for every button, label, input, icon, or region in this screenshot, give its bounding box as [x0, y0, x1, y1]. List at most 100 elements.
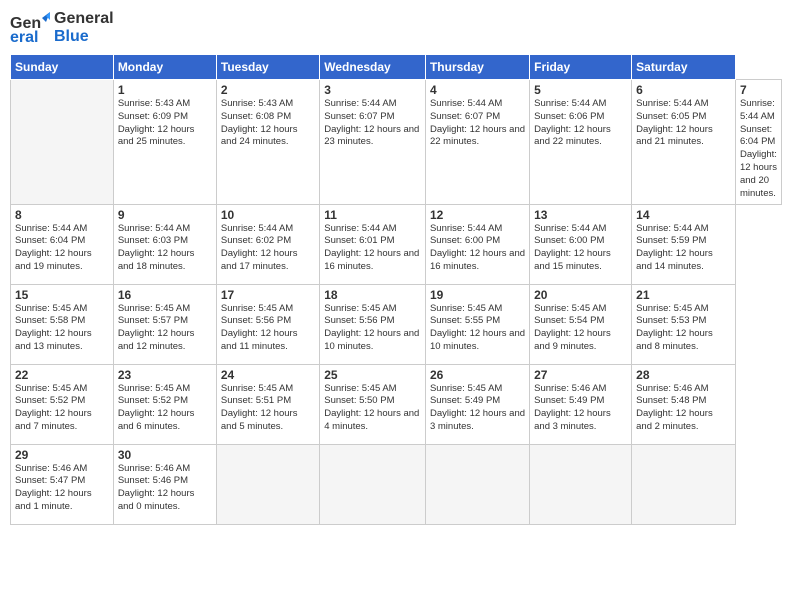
day-number: 8	[15, 208, 109, 222]
day-info: Sunrise: 5:45 AMSunset: 5:55 PMDaylight:…	[430, 303, 525, 354]
sunrise-text: Sunrise: 5:44 AM	[740, 98, 775, 122]
day-number: 30	[118, 448, 212, 462]
sunrise-text: Sunrise: 5:46 AM	[534, 383, 606, 394]
sunset-text: Sunset: 6:04 PM	[740, 124, 775, 148]
day-info: Sunrise: 5:44 AMSunset: 6:03 PMDaylight:…	[118, 223, 212, 274]
day-info: Sunrise: 5:46 AMSunset: 5:47 PMDaylight:…	[15, 463, 109, 514]
day-number: 16	[118, 288, 212, 302]
daylight-text: Daylight: 12 hours and 16 minutes.	[430, 248, 525, 272]
weekday-header-cell: Wednesday	[320, 55, 426, 80]
sunrise-text: Sunrise: 5:43 AM	[221, 98, 293, 109]
daylight-text: Daylight: 12 hours and 7 minutes.	[15, 408, 92, 432]
sunset-text: Sunset: 5:50 PM	[324, 395, 394, 406]
daylight-text: Daylight: 12 hours and 4 minutes.	[324, 408, 419, 432]
calendar-day-cell: 6Sunrise: 5:44 AMSunset: 6:05 PMDaylight…	[632, 80, 736, 205]
calendar-day-cell: 1Sunrise: 5:43 AMSunset: 6:09 PMDaylight…	[113, 80, 216, 205]
daylight-text: Daylight: 12 hours and 23 minutes.	[324, 124, 419, 148]
day-number: 11	[324, 208, 421, 222]
sunrise-text: Sunrise: 5:44 AM	[534, 98, 606, 109]
calendar-day-cell: 12Sunrise: 5:44 AMSunset: 6:00 PMDayligh…	[425, 204, 529, 284]
sunrise-text: Sunrise: 5:44 AM	[324, 223, 396, 234]
weekday-header-cell: Friday	[530, 55, 632, 80]
sunrise-text: Sunrise: 5:44 AM	[118, 223, 190, 234]
day-number: 9	[118, 208, 212, 222]
day-info: Sunrise: 5:43 AMSunset: 6:09 PMDaylight:…	[118, 98, 212, 149]
sunset-text: Sunset: 6:09 PM	[118, 111, 188, 122]
svg-text:eral: eral	[10, 29, 38, 46]
daylight-text: Daylight: 12 hours and 8 minutes.	[636, 328, 713, 352]
calendar-day-cell: 3Sunrise: 5:44 AMSunset: 6:07 PMDaylight…	[320, 80, 426, 205]
day-info: Sunrise: 5:45 AMSunset: 5:56 PMDaylight:…	[221, 303, 315, 354]
daylight-text: Daylight: 12 hours and 15 minutes.	[534, 248, 611, 272]
calendar-day-cell: 11Sunrise: 5:44 AMSunset: 6:01 PMDayligh…	[320, 204, 426, 284]
daylight-text: Daylight: 12 hours and 5 minutes.	[221, 408, 298, 432]
daylight-text: Daylight: 12 hours and 19 minutes.	[15, 248, 92, 272]
sunset-text: Sunset: 5:52 PM	[15, 395, 85, 406]
day-number: 14	[636, 208, 731, 222]
sunrise-text: Sunrise: 5:46 AM	[636, 383, 708, 394]
sunset-text: Sunset: 6:05 PM	[636, 111, 706, 122]
daylight-text: Daylight: 12 hours and 21 minutes.	[636, 124, 713, 148]
logo-icon: Gen eral	[10, 10, 50, 46]
calendar-day-cell	[530, 444, 632, 524]
sunrise-text: Sunrise: 5:44 AM	[430, 98, 502, 109]
sunrise-text: Sunrise: 5:46 AM	[15, 463, 87, 474]
daylight-text: Daylight: 12 hours and 1 minute.	[15, 488, 92, 512]
day-number: 1	[118, 83, 212, 97]
sunset-text: Sunset: 5:51 PM	[221, 395, 291, 406]
sunrise-text: Sunrise: 5:45 AM	[534, 303, 606, 314]
daylight-text: Daylight: 12 hours and 10 minutes.	[324, 328, 419, 352]
day-info: Sunrise: 5:44 AMSunset: 6:05 PMDaylight:…	[636, 98, 731, 149]
daylight-text: Daylight: 12 hours and 3 minutes.	[534, 408, 611, 432]
sunrise-text: Sunrise: 5:45 AM	[636, 303, 708, 314]
daylight-text: Daylight: 12 hours and 9 minutes.	[534, 328, 611, 352]
day-number: 6	[636, 83, 731, 97]
calendar-day-cell: 29Sunrise: 5:46 AMSunset: 5:47 PMDayligh…	[11, 444, 114, 524]
sunrise-text: Sunrise: 5:44 AM	[534, 223, 606, 234]
sunrise-text: Sunrise: 5:45 AM	[430, 383, 502, 394]
day-number: 24	[221, 368, 315, 382]
sunset-text: Sunset: 5:49 PM	[534, 395, 604, 406]
day-info: Sunrise: 5:44 AMSunset: 6:04 PMDaylight:…	[15, 223, 109, 274]
weekday-header-cell: Saturday	[632, 55, 736, 80]
calendar-day-cell: 15Sunrise: 5:45 AMSunset: 5:58 PMDayligh…	[11, 284, 114, 364]
calendar-day-cell: 18Sunrise: 5:45 AMSunset: 5:56 PMDayligh…	[320, 284, 426, 364]
calendar-day-cell: 9Sunrise: 5:44 AMSunset: 6:03 PMDaylight…	[113, 204, 216, 284]
sunrise-text: Sunrise: 5:45 AM	[118, 383, 190, 394]
calendar-day-cell: 19Sunrise: 5:45 AMSunset: 5:55 PMDayligh…	[425, 284, 529, 364]
weekday-header-cell: Thursday	[425, 55, 529, 80]
day-number: 19	[430, 288, 525, 302]
day-info: Sunrise: 5:44 AM Sunset: 6:06 PM Daylight:…	[534, 98, 627, 149]
day-info: Sunrise: 5:44 AMSunset: 6:02 PMDaylight:…	[221, 223, 315, 274]
calendar-day-cell: 14Sunrise: 5:44 AMSunset: 5:59 PMDayligh…	[632, 204, 736, 284]
daylight-text: Daylight: 12 hours and 6 minutes.	[118, 408, 195, 432]
logo-blue: Blue	[54, 28, 114, 46]
day-info: Sunrise: 5:44 AMSunset: 6:00 PM Daylight:…	[534, 223, 627, 274]
day-number: 17	[221, 288, 315, 302]
sunrise-text: Sunrise: 5:45 AM	[324, 383, 396, 394]
weekday-header-cell: Tuesday	[216, 55, 319, 80]
weekday-header-cell: Monday	[113, 55, 216, 80]
calendar-day-cell: 24Sunrise: 5:45 AMSunset: 5:51 PM Dayligh…	[216, 364, 319, 444]
sunset-text: Sunset: 6:00 PM	[534, 235, 604, 246]
daylight-text: Daylight: 12 hours and 10 minutes.	[430, 328, 525, 352]
calendar-day-cell: 22Sunrise: 5:45 AMSunset: 5:52 PMDayligh…	[11, 364, 114, 444]
day-number: 18	[324, 288, 421, 302]
calendar-day-cell	[632, 444, 736, 524]
sunrise-text: Sunrise: 5:44 AM	[636, 223, 708, 234]
daylight-text: Daylight: 12 hours and 22 minutes.	[534, 124, 611, 148]
day-number: 29	[15, 448, 109, 462]
sunset-text: Sunset: 5:57 PM	[118, 315, 188, 326]
calendar-day-cell	[11, 80, 114, 205]
sunset-text: Sunset: 6:07 PM	[430, 111, 500, 122]
sunset-text: Sunset: 5:52 PM	[118, 395, 188, 406]
sunrise-text: Sunrise: 5:45 AM	[118, 303, 190, 314]
logo-general: General	[54, 10, 114, 28]
calendar-week-row: 1Sunrise: 5:43 AMSunset: 6:09 PMDaylight…	[11, 80, 782, 205]
daylight-text: Daylight: 12 hours and 13 minutes.	[15, 328, 92, 352]
sunset-text: Sunset: 6:06 PM	[534, 111, 604, 122]
calendar-week-row: 29Sunrise: 5:46 AMSunset: 5:47 PMDayligh…	[11, 444, 782, 524]
calendar-week-row: 22Sunrise: 5:45 AMSunset: 5:52 PMDayligh…	[11, 364, 782, 444]
daylight-text: Daylight: 12 hours and 11 minutes.	[221, 328, 298, 352]
sunrise-text: Sunrise: 5:45 AM	[221, 383, 293, 394]
